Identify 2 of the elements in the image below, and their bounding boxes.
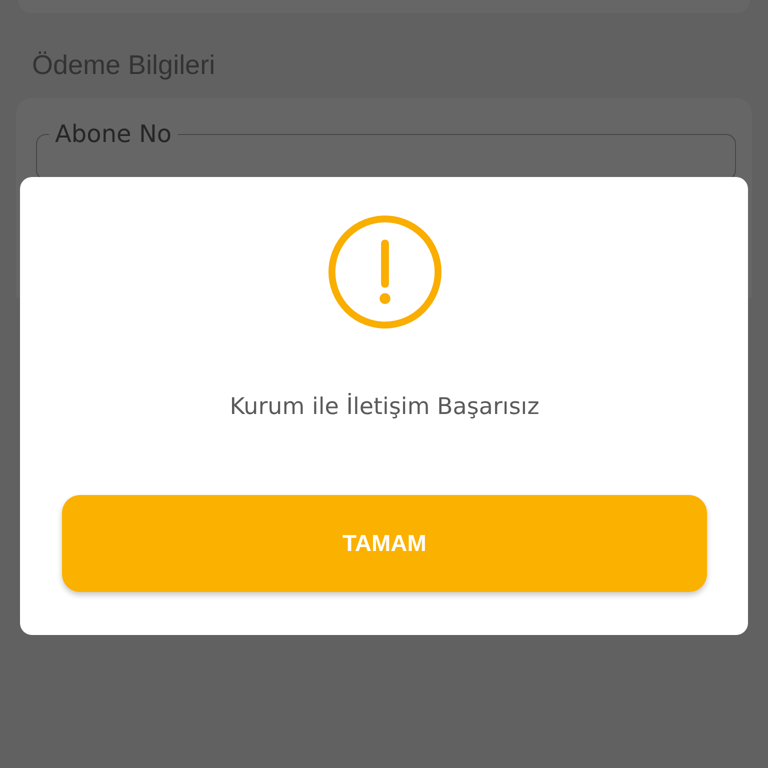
ok-button[interactable]: TAMAM bbox=[62, 495, 707, 592]
dialog-message: Kurum ile İletişim Başarısız bbox=[230, 392, 540, 422]
